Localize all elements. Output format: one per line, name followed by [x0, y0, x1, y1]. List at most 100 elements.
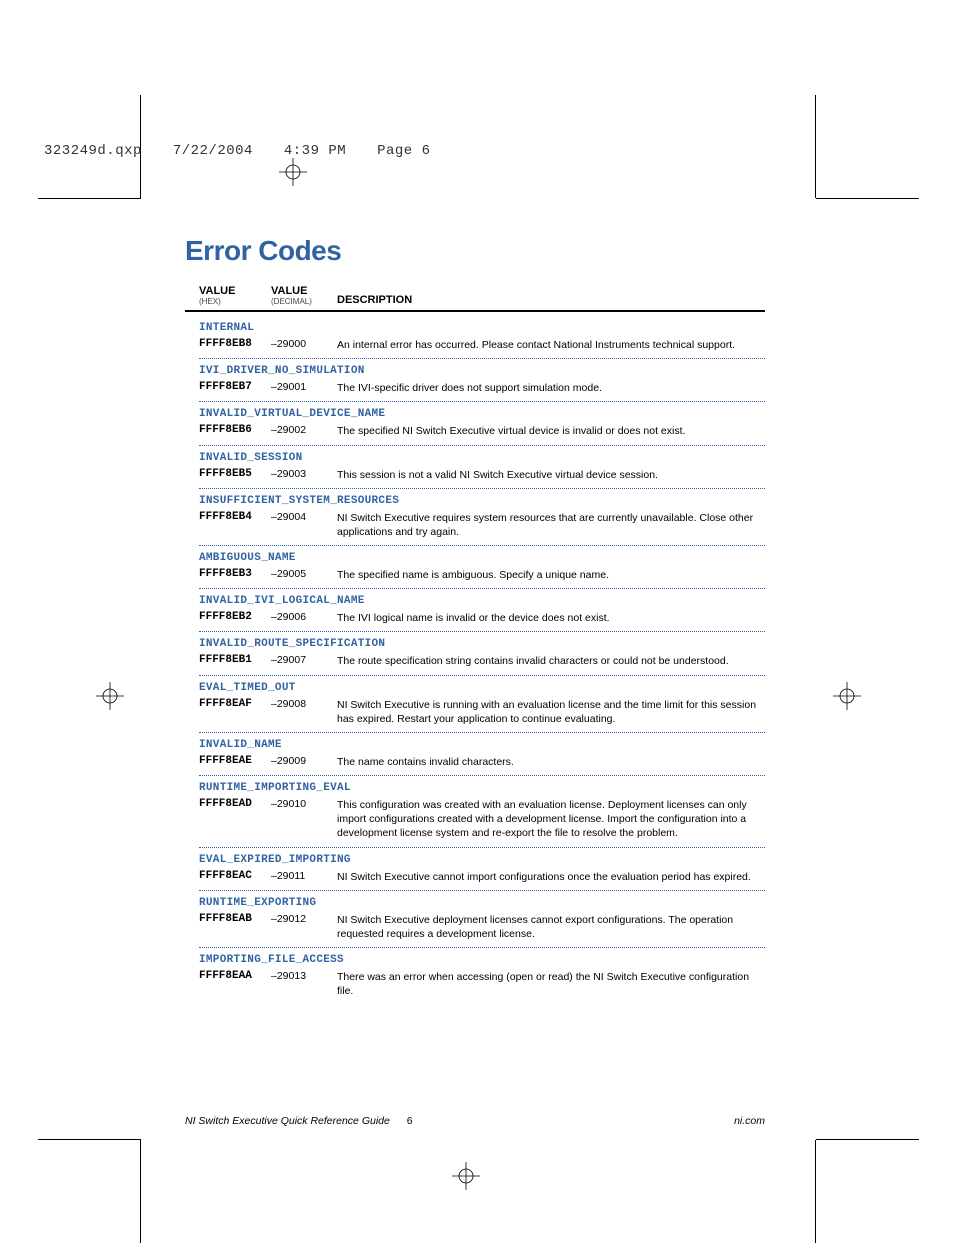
- error-name: RUNTIME_EXPORTING: [199, 897, 765, 909]
- error-decimal: –29004: [271, 511, 337, 539]
- registration-mark-icon: [833, 682, 861, 710]
- error-row: FFFF8EB4–29004NI Switch Executive requir…: [199, 511, 765, 539]
- col-header-dec: VALUE (DECIMAL): [271, 285, 337, 306]
- print-header-page: Page 6: [377, 143, 430, 159]
- error-hex: FFFF8EAE: [199, 755, 271, 769]
- error-decimal: –29007: [271, 654, 337, 668]
- error-decimal: –29011: [271, 870, 337, 884]
- error-description: The IVI-specific driver does not support…: [337, 381, 765, 395]
- error-decimal: –29010: [271, 798, 337, 841]
- footer-site: ni.com: [734, 1115, 765, 1127]
- row-separator: [199, 631, 765, 632]
- print-header: 323249d.qxp 7/22/2004 4:39 PM Page 6: [44, 143, 453, 159]
- error-row: FFFF8EB2–29006The IVI logical name is in…: [199, 611, 765, 625]
- row-separator: [199, 947, 765, 948]
- error-row: FFFF8EAF–29008NI Switch Executive is run…: [199, 698, 765, 726]
- error-hex: FFFF8EAF: [199, 698, 271, 726]
- row-separator: [199, 775, 765, 776]
- error-entry: INVALID_VIRTUAL_DEVICE_NAME FFFF8EB6–2900…: [199, 408, 765, 445]
- error-row: FFFF8EB7–29001The IVI-specific driver do…: [199, 381, 765, 395]
- error-entry: INVALID_IVI_LOGICAL_NAME FFFF8EB2–29006Th…: [199, 595, 765, 632]
- error-description: The specified NI Switch Executive virtua…: [337, 424, 765, 438]
- print-header-date: 7/22/2004: [173, 143, 253, 159]
- crop-mark: [140, 1140, 141, 1243]
- error-description: NI Switch Executive requires system reso…: [337, 511, 765, 539]
- row-separator: [199, 401, 765, 402]
- error-name: INVALID_NAME: [199, 739, 765, 751]
- error-row: FFFF8EB8–29000An internal error has occu…: [199, 338, 765, 352]
- row-separator: [199, 588, 765, 589]
- error-decimal: –29005: [271, 568, 337, 582]
- error-row: FFFF8EAC–29011NI Switch Executive cannot…: [199, 870, 765, 884]
- col-header-sublabel: (DECIMAL): [271, 297, 337, 306]
- error-description: The route specification string contains …: [337, 654, 765, 668]
- error-row: FFFF8EB3–29005The specified name is ambi…: [199, 568, 765, 582]
- row-separator: [199, 675, 765, 676]
- error-entry: IVI_DRIVER_NO_SIMULATION FFFF8EB7–29001Th…: [199, 365, 765, 402]
- row-separator: [199, 445, 765, 446]
- error-row: FFFF8EB6–29002The specified NI Switch Ex…: [199, 424, 765, 438]
- error-row: FFFF8EAD–29010This configuration was cre…: [199, 798, 765, 841]
- error-hex: FFFF8EB4: [199, 511, 271, 539]
- error-hex: FFFF8EB2: [199, 611, 271, 625]
- error-entry: INSUFFICIENT_SYSTEM_RESOURCESFFFF8EB4–29…: [199, 495, 765, 546]
- error-description: An internal error has occurred. Please c…: [337, 338, 765, 352]
- error-hex: FFFF8EAB: [199, 913, 271, 941]
- crop-mark: [815, 1140, 816, 1243]
- error-name: INTERNAL: [199, 322, 765, 334]
- error-hex: FFFF8EB7: [199, 381, 271, 395]
- page: 323249d.qxp 7/22/2004 4:39 PM Page 6 Err…: [0, 0, 954, 1235]
- row-separator: [199, 890, 765, 891]
- error-row: FFFF8EB5–29003This session is not a vali…: [199, 468, 765, 482]
- error-decimal: –29002: [271, 424, 337, 438]
- error-name: INVALID_SESSION: [199, 452, 765, 464]
- row-separator: [199, 358, 765, 359]
- error-decimal: –29006: [271, 611, 337, 625]
- page-title: Error Codes: [185, 235, 765, 267]
- error-name: INVALID_VIRTUAL_DEVICE_NAME: [199, 408, 765, 420]
- col-header-label: DESCRIPTION: [337, 294, 412, 306]
- page-footer: NI Switch Executive Quick Reference Guid…: [185, 1115, 765, 1127]
- print-header-time: 4:39 PM: [284, 143, 346, 159]
- error-hex: FFFF8EB5: [199, 468, 271, 482]
- error-hex: FFFF8EB3: [199, 568, 271, 582]
- error-decimal: –29008: [271, 698, 337, 726]
- error-entry: INVALID_NAMEFFFF8EAE–29009The name conta…: [199, 739, 765, 776]
- row-separator: [199, 732, 765, 733]
- error-entry: RUNTIME_IMPORTING_EVALFFFF8EAD–29010This…: [199, 782, 765, 848]
- footer-doc-title: NI Switch Executive Quick Reference Guid…: [185, 1115, 413, 1127]
- error-name: EVAL_TIMED_OUT: [199, 682, 765, 694]
- error-description: This session is not a valid NI Switch Ex…: [337, 468, 765, 482]
- error-description: This configuration was created with an e…: [337, 798, 765, 841]
- error-name: AMBIGUOUS_NAME: [199, 552, 765, 564]
- error-decimal: –29009: [271, 755, 337, 769]
- registration-mark-icon: [279, 158, 307, 186]
- col-header-hex: VALUE (HEX): [199, 285, 271, 306]
- registration-mark-icon: [452, 1162, 480, 1190]
- print-header-file: 323249d.qxp: [44, 143, 142, 159]
- table-header-row: VALUE (HEX) VALUE (DECIMAL) (DECIMAL) DE…: [185, 281, 765, 312]
- error-name: IVI_DRIVER_NO_SIMULATION: [199, 365, 765, 377]
- error-name: EVAL_EXPIRED_IMPORTING: [199, 854, 765, 866]
- error-description: There was an error when accessing (open …: [337, 970, 765, 998]
- col-header-label: VALUE: [199, 285, 271, 297]
- footer-doc-title-text: NI Switch Executive Quick Reference Guid…: [185, 1115, 390, 1127]
- error-description: The specified name is ambiguous. Specify…: [337, 568, 765, 582]
- error-hex: FFFF8EB1: [199, 654, 271, 668]
- col-header-desc: (DECIMAL) DESCRIPTION: [337, 294, 765, 306]
- error-hex: FFFF8EAC: [199, 870, 271, 884]
- row-separator: [199, 545, 765, 546]
- col-header-sublabel: (HEX): [199, 297, 271, 306]
- error-description: NI Switch Executive is running with an e…: [337, 698, 765, 726]
- footer-page-number: 6: [407, 1115, 413, 1127]
- content-area: Error Codes VALUE (HEX) VALUE (DECIMAL) …: [185, 235, 765, 998]
- error-entry: EVAL_EXPIRED_IMPORTING FFFF8EAC–29011NI S…: [199, 854, 765, 891]
- error-decimal: –29001: [271, 381, 337, 395]
- error-hex: FFFF8EAA: [199, 970, 271, 998]
- error-description: NI Switch Executive deployment licenses …: [337, 913, 765, 941]
- crop-mark: [38, 1139, 141, 1140]
- error-hex: FFFF8EB8: [199, 338, 271, 352]
- error-row: FFFF8EB1–29007The route specification st…: [199, 654, 765, 668]
- error-row: FFFF8EAB–29012NI Switch Executive deploy…: [199, 913, 765, 941]
- error-name: INVALID_IVI_LOGICAL_NAME: [199, 595, 765, 607]
